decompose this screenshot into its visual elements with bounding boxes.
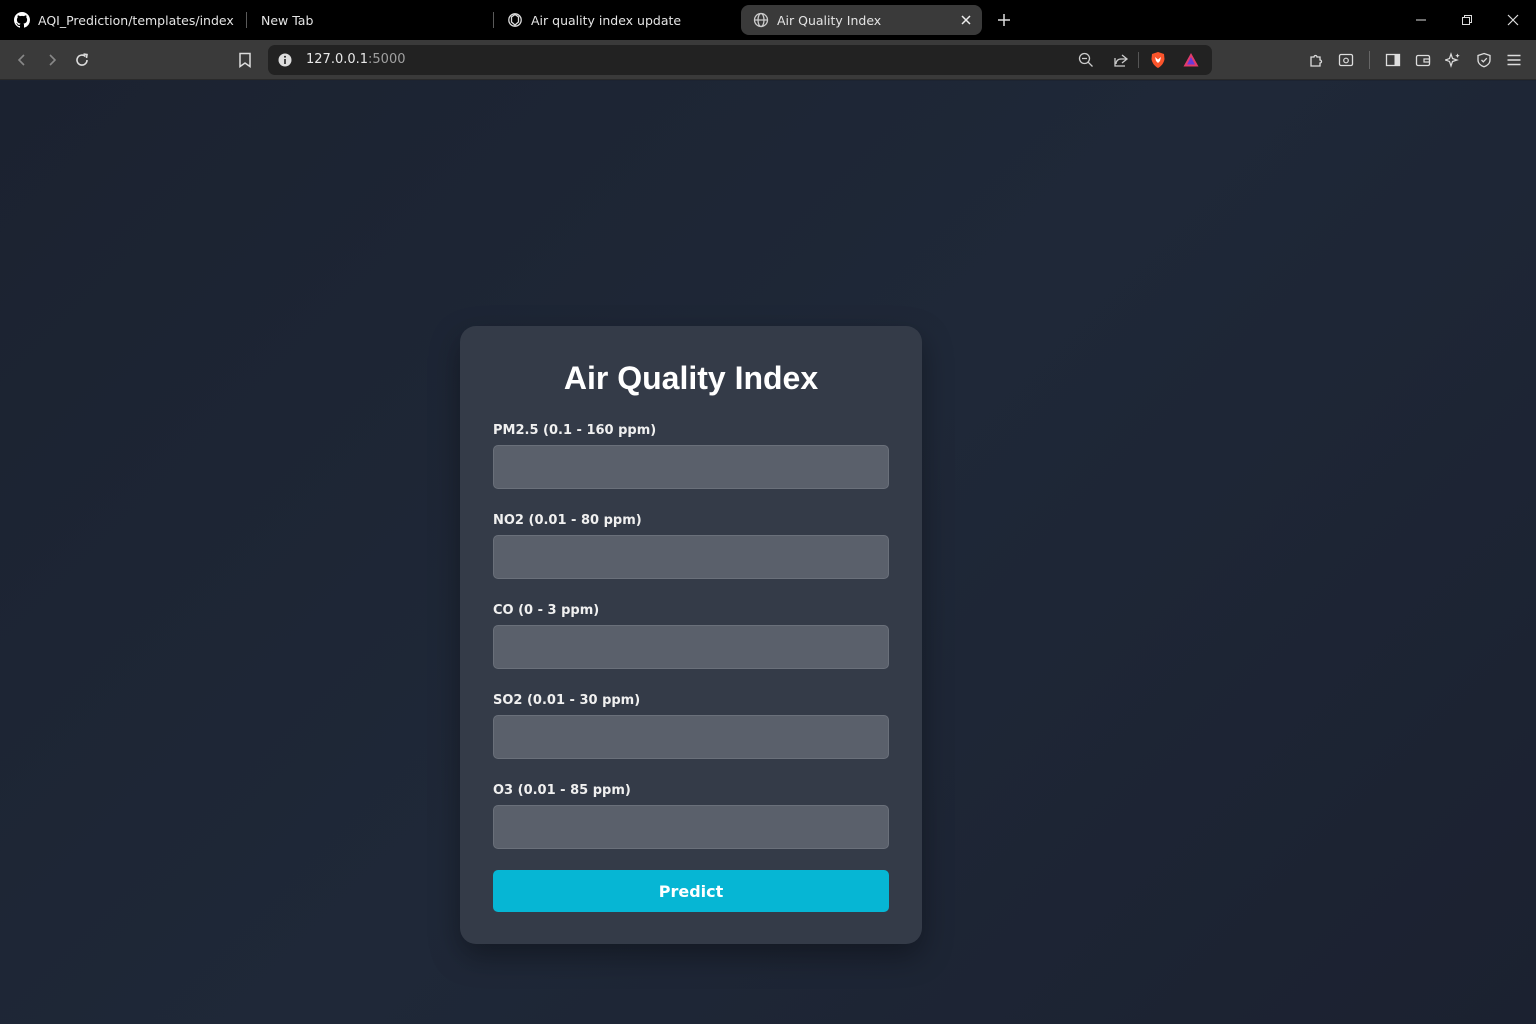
tab-title: Air Quality Index: [777, 12, 882, 28]
o3-label: O3 (0.01 - 85 ppm): [493, 783, 631, 798]
forward-icon[interactable]: [40, 48, 64, 72]
vpn-shield-icon[interactable]: [1472, 48, 1496, 72]
brave-rewards-icon[interactable]: [1182, 51, 1200, 69]
page-background: Air Quality Index PM2.5 (0.1 - 160 ppm) …: [0, 81, 1536, 1024]
address-bar-divider: [1138, 52, 1139, 68]
aqi-form-card: Air Quality Index PM2.5 (0.1 - 160 ppm) …: [460, 326, 922, 944]
site-info-icon[interactable]: [277, 52, 293, 68]
url-text: 127.0.0.1:5000: [306, 52, 406, 67]
tab-air-quality-update[interactable]: Air quality index update: [507, 5, 727, 35]
url-port: :5000: [368, 52, 406, 67]
share-icon[interactable]: [1113, 52, 1129, 68]
tab-new-tab[interactable]: New Tab: [261, 5, 481, 35]
page-title: Air Quality Index: [563, 360, 819, 396]
zoom-out-icon[interactable]: [1078, 52, 1094, 68]
tab-air-quality-index[interactable]: Air Quality Index: [741, 5, 982, 35]
so2-input[interactable]: [493, 715, 889, 759]
minimize-icon[interactable]: [1409, 8, 1433, 32]
url-host: 127.0.0.1: [306, 52, 369, 67]
menu-hamburger-icon[interactable]: [1502, 48, 1526, 72]
tab-title: AQI_Prediction/templates/index.html: [38, 12, 234, 28]
sidebar-toggle-icon[interactable]: [1381, 48, 1405, 72]
brave-shields-icon[interactable]: [1149, 51, 1167, 69]
leo-search-icon[interactable]: [1334, 48, 1358, 72]
no2-input[interactable]: [493, 535, 889, 579]
close-tab-icon[interactable]: [958, 12, 974, 28]
github-icon: [14, 12, 30, 28]
close-window-icon[interactable]: [1501, 8, 1525, 32]
so2-label: SO2 (0.01 - 30 ppm): [493, 693, 641, 708]
globe-icon: [753, 12, 769, 28]
tab-github[interactable]: AQI_Prediction/templates/index.html: [14, 5, 234, 35]
browser-tab-strip: AQI_Prediction/templates/index.html New …: [0, 0, 1536, 40]
tab-separator: [246, 12, 247, 28]
reload-icon[interactable]: [70, 48, 94, 72]
extensions-icon[interactable]: [1304, 48, 1328, 72]
back-icon[interactable]: [10, 48, 34, 72]
co-input[interactable]: [493, 625, 889, 669]
toolbar-divider: [1369, 51, 1370, 69]
no2-label: NO2 (0.01 - 80 ppm): [493, 513, 642, 528]
co-label: CO (0 - 3 ppm): [493, 603, 600, 618]
o3-input[interactable]: [493, 805, 889, 849]
pm25-input[interactable]: [493, 445, 889, 489]
address-bar[interactable]: 127.0.0.1:5000: [268, 45, 1212, 75]
pm25-label: PM2.5 (0.1 - 160 ppm): [493, 423, 657, 438]
new-tab-plus-icon[interactable]: [994, 10, 1014, 30]
tab-title: New Tab: [261, 12, 314, 28]
openai-icon: [507, 12, 523, 28]
wallet-icon[interactable]: [1411, 48, 1435, 72]
tab-title: Air quality index update: [531, 12, 682, 28]
restore-icon[interactable]: [1455, 8, 1479, 32]
bookmark-icon[interactable]: [233, 48, 257, 72]
leo-ai-icon[interactable]: [1441, 48, 1465, 72]
predict-button[interactable]: Predict: [493, 870, 889, 912]
tab-separator: [493, 12, 494, 28]
